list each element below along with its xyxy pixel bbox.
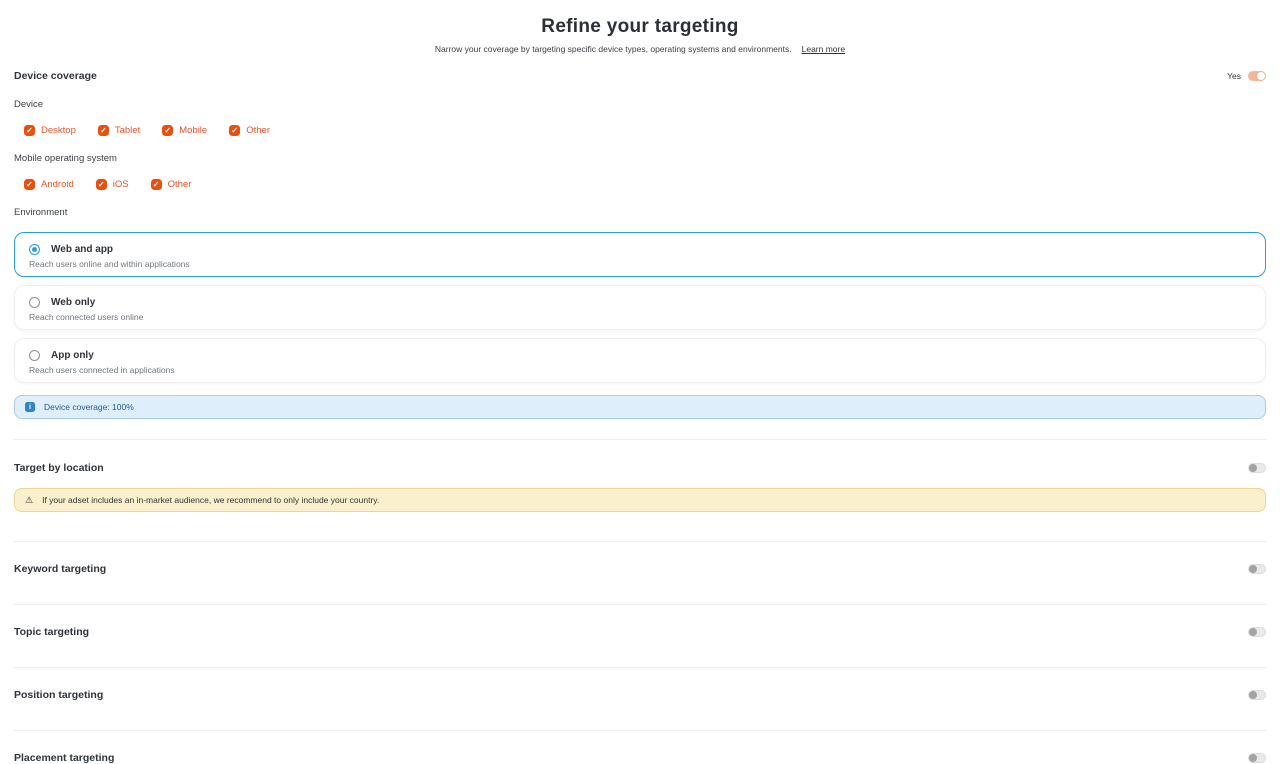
keyword-targeting-toggle[interactable]: [1248, 564, 1266, 574]
topic-targeting-toggle[interactable]: [1248, 627, 1266, 637]
checkbox-checked-icon: ✓: [150, 179, 162, 190]
radio-selected-icon: [29, 244, 40, 255]
section-placement-targeting: Placement targeting: [14, 730, 1266, 764]
checkbox-ios[interactable]: ✓ iOS: [95, 179, 129, 190]
mobile-os-checkbox-group: ✓ Android ✓ iOS ✓ Other: [24, 179, 1266, 190]
toggle-knob: [1249, 754, 1257, 762]
placement-targeting-heading: Placement targeting: [14, 752, 115, 764]
page-title: Refine your targeting: [541, 16, 739, 37]
env-card-web-and-app[interactable]: Web and app Reach users online and withi…: [14, 232, 1266, 277]
toggle-knob: [1257, 72, 1265, 80]
toggle-knob: [1249, 628, 1257, 636]
checkbox-label: Mobile: [179, 125, 208, 136]
checkbox-device-other[interactable]: ✓ Other: [229, 125, 270, 136]
checkbox-label: Tablet: [114, 125, 141, 136]
radio-unselected-icon: [29, 297, 40, 308]
section-topic-targeting: Topic targeting: [14, 604, 1266, 638]
target-by-location-toggle[interactable]: [1248, 463, 1266, 473]
device-coverage-heading: Device coverage: [14, 70, 97, 82]
warning-text: If your adset includes an in-market audi…: [42, 495, 380, 505]
topic-targeting-heading: Topic targeting: [14, 626, 90, 638]
page-header: Refine your targeting Narrow your covera…: [0, 0, 1280, 54]
subtitle-text: Narrow your coverage by targeting specif…: [434, 44, 792, 54]
section-position-targeting: Position targeting: [14, 667, 1266, 701]
env-card-web-only[interactable]: Web only Reach connected users online: [14, 285, 1266, 330]
device-coverage-header: Device coverage Yes: [14, 70, 1266, 82]
page-subtitle: Narrow your coverage by targeting specif…: [0, 44, 1280, 54]
target-by-location-header: Target by location: [14, 440, 1266, 474]
checkbox-checked-icon: ✓: [162, 125, 174, 136]
checkbox-checked-icon: ✓: [229, 125, 241, 136]
radio-unselected-icon: [29, 350, 40, 361]
env-card-description: Reach users connected in applications: [29, 365, 175, 375]
environment-label: Environment: [14, 207, 68, 218]
checkbox-android[interactable]: ✓ Android: [24, 179, 74, 190]
info-icon: i: [25, 402, 35, 412]
checkbox-label: Other: [167, 179, 192, 190]
checkbox-checked-icon: ✓: [24, 125, 35, 136]
device-label: Device: [14, 99, 44, 110]
toggle-knob: [1249, 464, 1257, 472]
checkbox-mobile[interactable]: ✓ Mobile: [162, 125, 207, 136]
keyword-targeting-heading: Keyword targeting: [14, 563, 107, 575]
toggle-knob: [1249, 691, 1257, 699]
target-by-location-heading: Target by location: [14, 462, 104, 474]
checkbox-tablet[interactable]: ✓ Tablet: [97, 125, 141, 136]
environment-options: Web and app Reach users online and withi…: [14, 232, 1266, 383]
env-card-description: Reach connected users online: [29, 312, 144, 322]
checkbox-label: Android: [41, 179, 74, 190]
device-coverage-toggle-label: Yes: [1227, 71, 1241, 81]
section-keyword-targeting: Keyword targeting: [14, 541, 1266, 575]
device-checkbox-group: ✓ Desktop ✓ Tablet ✓ Mobile ✓ Other: [24, 125, 1266, 136]
env-card-title: Web only: [51, 297, 96, 308]
env-card-app-only[interactable]: App only Reach users connected in applic…: [14, 338, 1266, 383]
env-card-description: Reach users online and within applicatio…: [29, 259, 190, 269]
learn-more-link[interactable]: Learn more: [802, 44, 845, 54]
checkbox-checked-icon: ✓: [24, 179, 35, 190]
checkbox-label: Desktop: [41, 125, 76, 136]
checkbox-os-other[interactable]: ✓ Other: [150, 179, 192, 190]
info-banner-text: Device coverage: 100%: [44, 402, 134, 412]
checkbox-desktop[interactable]: ✓ Desktop: [24, 125, 76, 136]
checkbox-label: iOS: [112, 179, 129, 190]
device-coverage-info-banner: i Device coverage: 100%: [14, 395, 1266, 419]
warning-icon: ⚠: [25, 494, 34, 505]
toggle-knob: [1249, 565, 1257, 573]
position-targeting-heading: Position targeting: [14, 689, 104, 701]
checkbox-checked-icon: ✓: [95, 179, 107, 190]
position-targeting-toggle[interactable]: [1248, 690, 1266, 700]
env-card-title: App only: [51, 350, 94, 361]
env-card-title: Web and app: [51, 244, 114, 255]
mobile-os-label: Mobile operating system: [14, 153, 117, 164]
location-warning-banner: ⚠ If your adset includes an in-market au…: [14, 488, 1266, 512]
checkbox-label: Other: [246, 125, 270, 136]
checkbox-checked-icon: ✓: [97, 125, 109, 136]
device-coverage-toggle[interactable]: [1248, 71, 1266, 81]
